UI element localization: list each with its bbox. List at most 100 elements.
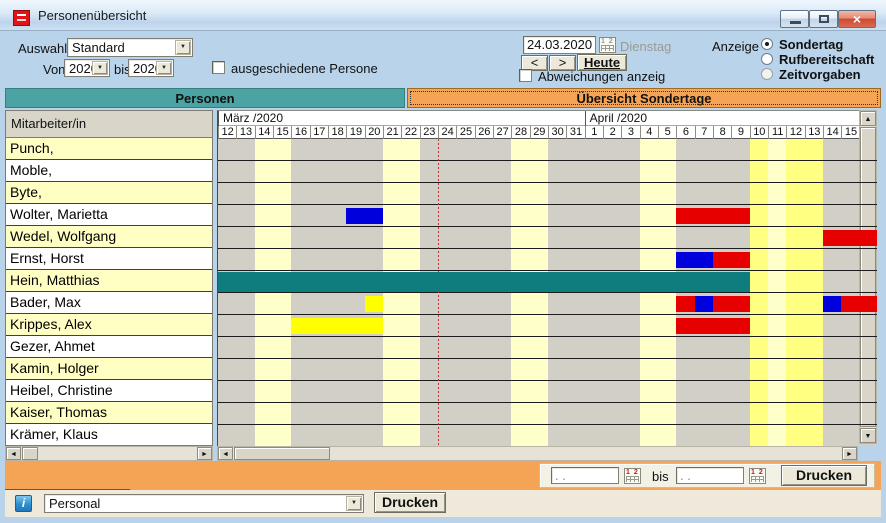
close-button[interactable]: × [838,10,876,28]
day-header-cell: 5 [658,126,676,139]
sondertag-bar-blue[interactable] [823,296,841,312]
calendar-icon[interactable]: 1 2 [624,468,641,484]
employee-row[interactable]: Krippes, Alex [6,314,212,336]
abweichungen-checkbox[interactable] [519,69,532,82]
sondertag-bar-yellow[interactable] [291,318,383,334]
employee-row[interactable]: Moble, [6,160,212,182]
date-field[interactable]: 24.03.2020 [523,36,596,54]
radio-rufbereitschaft-label: Rufbereitschaft [779,52,874,67]
day-header-cell: 16 [291,126,309,139]
sondertag-bar-blue[interactable] [346,208,383,224]
employee-row[interactable]: Gezer, Ahmet [6,336,212,358]
employee-row[interactable]: Kamin, Holger [6,358,212,380]
grid-row[interactable] [218,139,877,161]
employee-row[interactable]: Wolter, Marietta [6,204,212,226]
employee-row[interactable]: Heibel, Christine [6,380,212,402]
month-header: März /2020April /2020 [218,111,877,126]
day-header-cell: 12 [786,126,804,139]
scroll-left-icon[interactable]: ◄ [6,447,21,460]
chevron-down-icon[interactable]: ▼ [92,61,108,75]
day-header-cell: 4 [640,126,658,139]
scroll-right-icon[interactable]: ► [842,447,857,460]
sondertag-bar-red[interactable] [823,230,877,246]
grid-hscrollbar[interactable]: ◄ ► [217,446,858,461]
print-to-date-field[interactable]: . . [676,467,744,484]
auswahl-label: Auswahl [18,41,67,56]
bottom-bar: i Personal ▼ Drucken [5,490,881,517]
radio-zeitvorgaben[interactable] [761,68,773,80]
day-header-cell: 13 [805,126,823,139]
window-title: Personenübersicht [38,8,146,23]
grid-row[interactable] [218,205,877,227]
tab-personen[interactable]: Personen [5,88,405,108]
print-range-strip: . . 1 2 bis . . 1 2 Drucken [5,461,881,490]
personal-combobox[interactable]: Personal ▼ [44,494,364,513]
day-header-cell: 10 [750,126,768,139]
day-header-cell: 22 [401,126,419,139]
sondertag-bar-blue[interactable] [695,296,713,312]
scroll-right-icon[interactable]: ► [197,447,212,460]
info-icon[interactable]: i [15,495,32,512]
sondertag-bar-blue[interactable] [676,252,713,268]
employee-row[interactable]: Krämer, Klaus [6,424,212,446]
employee-row[interactable]: Punch, [6,138,212,160]
sondertag-bar-red[interactable] [713,252,750,268]
employee-list-hscrollbar[interactable]: ◄ ► [5,446,213,461]
grid-row[interactable] [218,359,877,381]
sondertag-bar-red[interactable] [841,296,877,312]
minimize-button[interactable] [780,10,809,28]
scrollbar-thumb[interactable] [234,447,330,460]
grid-row[interactable] [218,183,877,205]
grid-row[interactable] [218,227,877,249]
grid-body[interactable] [218,139,877,446]
calendar-grid[interactable]: März /2020April /2020 121314151617181920… [217,110,877,446]
scroll-up-icon[interactable]: ▲ [860,111,876,126]
weekday-label: Dienstag [620,39,671,54]
auswahl-combobox[interactable]: Standard ▼ [67,38,193,57]
scroll-left-icon[interactable]: ◄ [218,447,233,460]
sondertag-bar-red[interactable] [676,296,694,312]
employee-row[interactable]: Kaiser, Thomas [6,402,212,424]
grid-row[interactable] [218,293,877,315]
day-header-cell: 29 [530,126,548,139]
drucken-button[interactable]: Drucken [374,492,446,513]
day-header-cell: 17 [310,126,328,139]
grid-row[interactable] [218,337,877,359]
chevron-down-icon[interactable]: ▼ [175,40,191,55]
grid-row[interactable] [218,381,877,403]
employee-row[interactable]: Byte, [6,182,212,204]
day-header-cell: 14 [255,126,273,139]
employee-row[interactable]: Wedel, Wolfgang [6,226,212,248]
sondertag-bar-red[interactable] [713,296,750,312]
grid-row[interactable] [218,425,877,446]
chevron-down-icon[interactable]: ▼ [346,496,362,511]
sondertag-bar-teal[interactable] [218,272,750,292]
scrollbar-thumb[interactable] [22,447,38,460]
title-bar[interactable]: Personenübersicht × [0,0,886,31]
grid-row[interactable] [218,249,877,271]
employee-row[interactable]: Hein, Matthias [6,270,212,292]
sondertag-bar-red[interactable] [676,208,749,224]
sondertag-bar-red[interactable] [676,318,749,334]
day-header-cell: 27 [493,126,511,139]
tab-uebersicht-sondertage[interactable]: Übersicht Sondertage [407,88,881,108]
grid-row[interactable] [218,403,877,425]
print-bis-label: bis [652,469,669,484]
employee-row[interactable]: Bader, Max [6,292,212,314]
employee-row[interactable]: Ernst, Horst [6,248,212,270]
radio-rufbereitschaft[interactable] [761,53,773,65]
grid-row[interactable] [218,161,877,183]
calendar-icon[interactable]: 1 2 [749,468,766,484]
von-combobox[interactable]: 2020 ▼ [64,59,110,77]
day-header-cell: 26 [475,126,493,139]
bis-combobox[interactable]: 2020 ▼ [128,59,174,77]
chevron-down-icon[interactable]: ▼ [156,61,172,75]
ausgeschiedene-checkbox[interactable] [212,61,225,74]
maximize-button[interactable] [809,10,838,28]
print-range-drucken-button[interactable]: Drucken [781,465,867,486]
calendar-icon: 1 2 [599,37,616,53]
sondertag-bar-yellow[interactable] [365,296,383,312]
print-from-date-field[interactable]: . . [551,467,619,484]
radio-sondertag[interactable] [761,38,773,50]
day-header-cell: 20 [365,126,383,139]
